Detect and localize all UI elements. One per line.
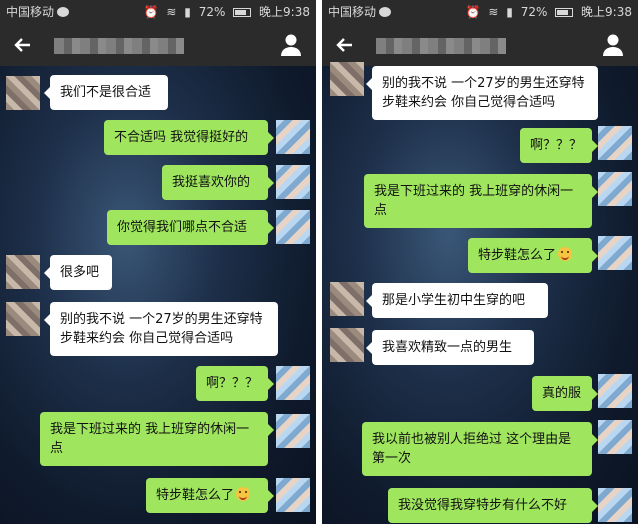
avatar[interactable] (276, 414, 310, 448)
clock: 晚上9:38 (259, 5, 310, 19)
chat-title-bar (0, 24, 316, 66)
message-bubble[interactable]: 特步鞋怎么了 (468, 238, 598, 273)
message-bubble[interactable]: 我是下班过来的 我上班穿的休闲一点 (364, 174, 598, 228)
message-text: 特步鞋怎么了 (156, 488, 235, 503)
avatar[interactable] (598, 236, 632, 270)
message-bubble[interactable]: 我以前也被别人拒绝过 这个理由是第一次 (362, 422, 598, 476)
avatar[interactable] (6, 302, 40, 336)
carrier-label: 中国移动 (6, 5, 55, 19)
battery-icon (555, 8, 574, 17)
chat-screen-right: 中国移动 ⏰ ≋ ▮ 72% 晚上9:38 别的我不说 一个27岁的男生还穿特步… (322, 0, 638, 524)
avatar[interactable] (598, 172, 632, 206)
smile-emoji-icon (236, 487, 251, 501)
message-bubble[interactable]: 我没觉得我穿特步有什么不好 (388, 488, 598, 523)
wechat-icon (57, 7, 70, 17)
battery-percent: 72% (520, 5, 548, 19)
signal-icon: ▮ (506, 5, 513, 19)
wifi-icon: ≋ (488, 5, 499, 19)
message-bubble[interactable]: 你觉得我们哪点不合适 (107, 210, 274, 245)
avatar[interactable] (6, 255, 40, 289)
message-bubble[interactable]: 我喜欢精致一点的男生 (366, 330, 534, 365)
message-text: 特步鞋怎么了 (478, 248, 557, 263)
message-bubble[interactable]: 别的我不说 一个27岁的男生还穿特步鞋来约会 你自己觉得合适吗 (366, 66, 598, 120)
alarm-icon: ⏰ (465, 5, 481, 19)
status-bar: 中国移动 ⏰ ≋ ▮ 72% 晚上9:38 (0, 0, 316, 24)
message-bubble[interactable]: 啊？？？ (196, 366, 274, 401)
avatar[interactable] (276, 165, 310, 199)
message-bubble[interactable]: 我是下班过来的 我上班穿的休闲一点 (40, 412, 274, 466)
profile-icon[interactable] (600, 32, 626, 58)
avatar[interactable] (276, 120, 310, 154)
status-bar: 中国移动 ⏰ ≋ ▮ 72% 晚上9:38 (322, 0, 638, 24)
avatar[interactable] (598, 126, 632, 160)
message-bubble[interactable]: 真的服 (532, 376, 598, 411)
avatar[interactable] (330, 328, 364, 362)
smile-emoji-icon (558, 247, 573, 261)
avatar[interactable] (330, 62, 364, 96)
chat-title-bar (322, 24, 638, 66)
message-bubble[interactable]: 我挺喜欢你的 (162, 165, 274, 200)
back-arrow-icon[interactable] (332, 32, 358, 58)
battery-percent: 72% (198, 5, 226, 19)
avatar[interactable] (276, 210, 310, 244)
message-bubble[interactable]: 别的我不说 一个27岁的男生还穿特步鞋来约会 你自己觉得合适吗 (44, 302, 278, 356)
battery-icon (233, 8, 252, 17)
message-bubble[interactable]: 啊？？？ (520, 128, 598, 163)
wechat-icon (379, 7, 392, 17)
message-bubble[interactable]: 很多吧 (44, 255, 112, 290)
signal-icon: ▮ (184, 5, 191, 19)
message-bubble[interactable]: 我们不是很合适 (44, 75, 168, 110)
wifi-icon: ≋ (166, 5, 177, 19)
back-arrow-icon[interactable] (10, 32, 36, 58)
avatar[interactable] (598, 488, 632, 522)
clock: 晚上9:38 (581, 5, 632, 19)
message-bubble[interactable]: 那是小学生初中生穿的吧 (366, 283, 548, 318)
avatar[interactable] (330, 282, 364, 316)
avatar[interactable] (598, 420, 632, 454)
carrier-label: 中国移动 (328, 5, 377, 19)
contact-name-blurred (376, 38, 506, 54)
message-bubble[interactable]: 特步鞋怎么了 (146, 478, 274, 513)
avatar[interactable] (6, 76, 40, 110)
avatar[interactable] (276, 478, 310, 512)
alarm-icon: ⏰ (143, 5, 159, 19)
avatar[interactable] (598, 374, 632, 408)
avatar[interactable] (276, 366, 310, 400)
profile-icon[interactable] (278, 32, 304, 58)
chat-screen-left: 中国移动 ⏰ ≋ ▮ 72% 晚上9:38 我们不是很合适 不合适吗 我觉得挺好… (0, 0, 316, 524)
message-bubble[interactable]: 不合适吗 我觉得挺好的 (104, 120, 274, 155)
contact-name-blurred (54, 38, 184, 54)
